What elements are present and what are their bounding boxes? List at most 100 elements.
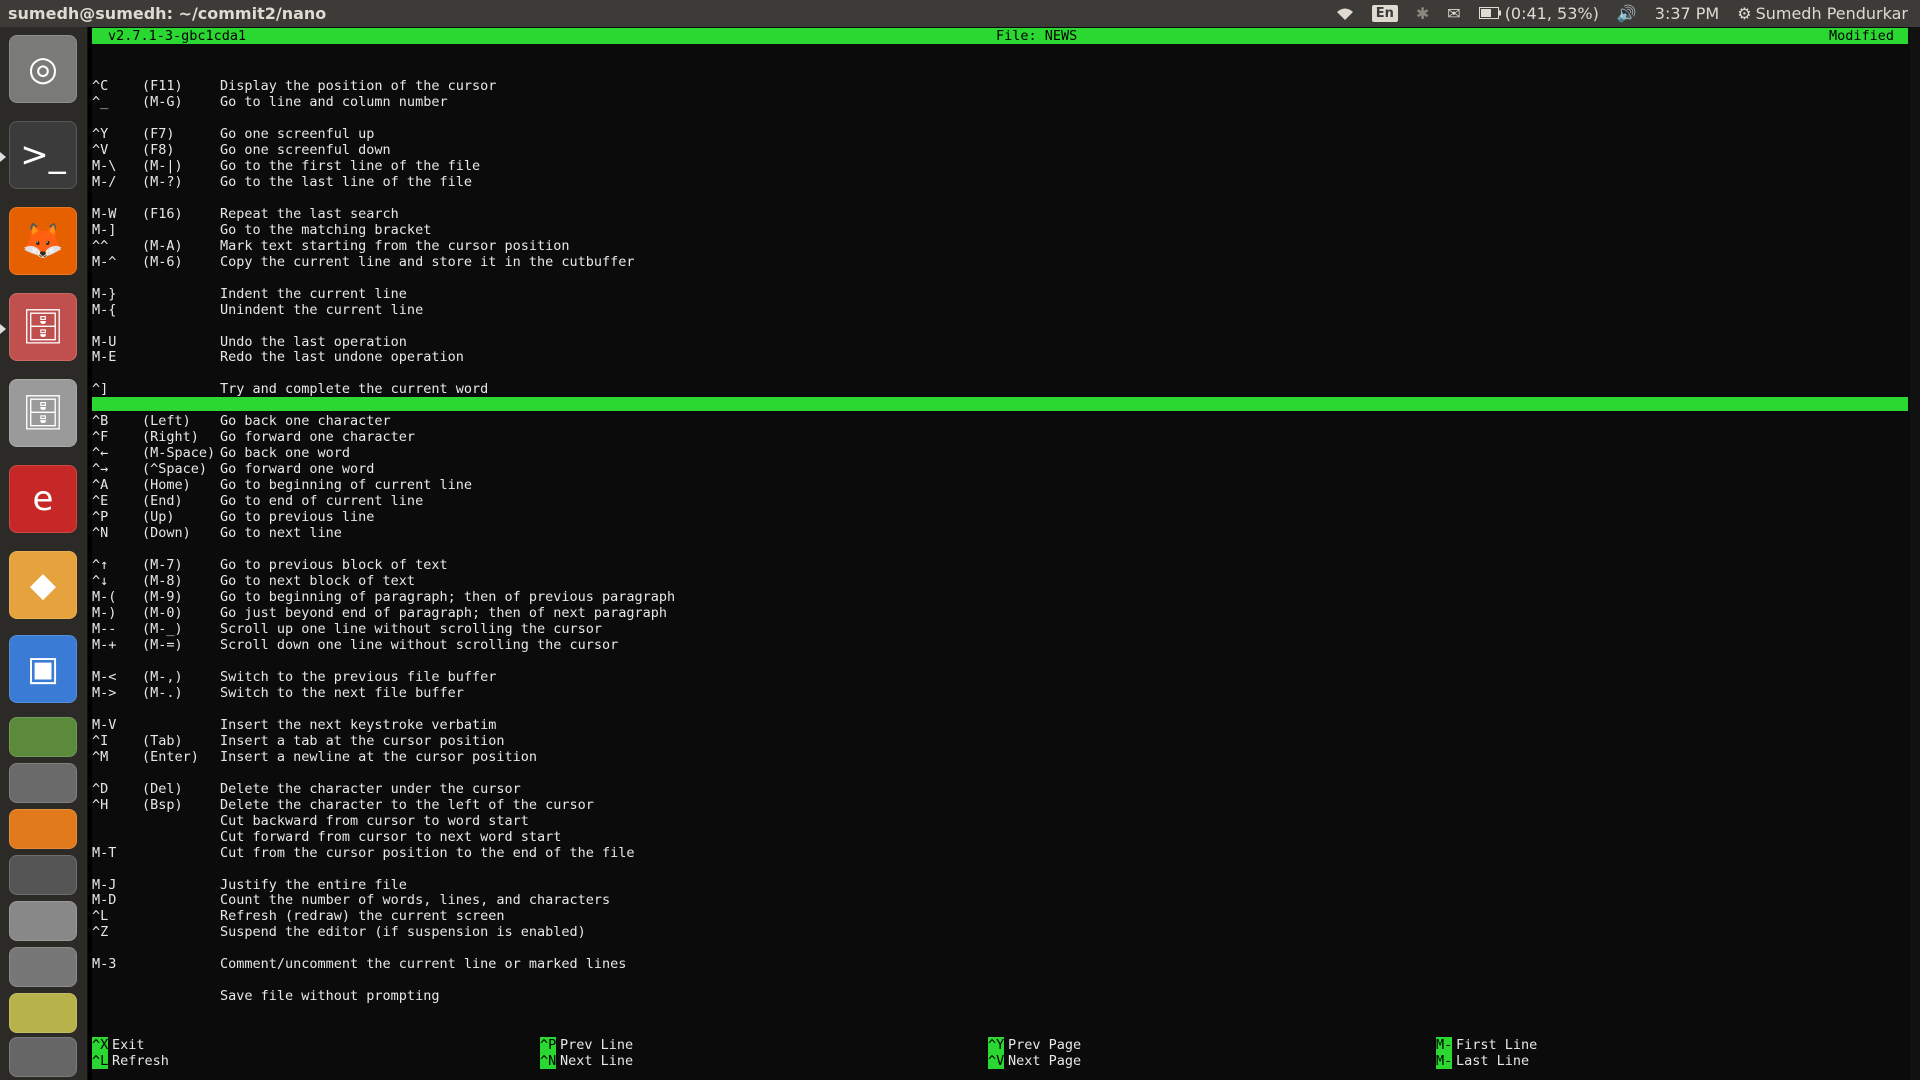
help-key: ^_ bbox=[92, 93, 109, 110]
help-alt-key: (End) bbox=[142, 493, 183, 510]
help-description: Go just beyond end of paragraph; then of… bbox=[220, 605, 668, 621]
help-alt-key: (M-6) bbox=[142, 253, 183, 270]
launcher-files[interactable]: 🗄 bbox=[9, 293, 77, 361]
help-alt-key: (M-0) bbox=[142, 605, 183, 621]
launcher-stacked-app-3[interactable] bbox=[9, 809, 77, 849]
help-key: M-} bbox=[92, 285, 117, 302]
help-alt-key: (M-.) bbox=[142, 684, 183, 701]
help-key: ^I bbox=[92, 732, 109, 749]
help-description: Display the position of the cursor bbox=[220, 78, 497, 94]
terminal-window[interactable]: v2.7.1-3-gbc1cda1 File: NEWS Modified ^C… bbox=[92, 27, 1920, 1080]
help-alt-key: (M-=) bbox=[142, 636, 183, 653]
shortcut-item[interactable]: ^N Next Line bbox=[540, 1053, 633, 1069]
shortcut-key: M-/ bbox=[1436, 1053, 1461, 1069]
launcher-firefox[interactable]: 🦊 bbox=[9, 207, 77, 275]
help-alt-key: (M-8) bbox=[142, 573, 183, 590]
help-description: Go to the last line of the file bbox=[220, 173, 472, 190]
launcher-stacked-app-6[interactable] bbox=[9, 947, 77, 987]
help-description: Go to the matching bracket bbox=[220, 221, 432, 238]
clock[interactable]: 3:37 PM bbox=[1655, 4, 1719, 23]
shortcut-item[interactable]: M-/Last Line bbox=[1436, 1053, 1529, 1069]
mail-icon[interactable]: ✉ bbox=[1447, 4, 1460, 23]
help-alt-key: (M-,) bbox=[142, 668, 183, 685]
keyboard-layout-indicator[interactable]: En bbox=[1371, 5, 1398, 22]
launcher-image-viewer[interactable]: ▣ bbox=[9, 635, 77, 703]
help-key: ^C bbox=[92, 78, 109, 94]
launcher-stacked-app-8[interactable] bbox=[9, 1037, 77, 1077]
nano-filename: File: NEWS bbox=[996, 28, 1078, 44]
shortcut-key: ^X bbox=[92, 1037, 109, 1053]
shortcut-label: Last Line bbox=[1456, 1053, 1530, 1069]
launcher-stacked-app-4[interactable] bbox=[9, 855, 77, 895]
help-key: M-T bbox=[92, 844, 117, 861]
help-alt-key: (^Space) bbox=[142, 461, 208, 478]
launcher-stacked-app-2[interactable] bbox=[9, 763, 77, 803]
help-alt-key: (F16) bbox=[142, 205, 183, 222]
help-description: Undo the last operation bbox=[220, 333, 407, 350]
bluetooth-icon[interactable]: ✱ bbox=[1416, 4, 1429, 23]
launcher-running-indicator bbox=[0, 324, 6, 334]
help-key: ^V bbox=[92, 141, 109, 158]
help-key: ^Y bbox=[92, 125, 109, 142]
help-description: Go to the first line of the file bbox=[220, 157, 481, 174]
help-key: M-+ bbox=[92, 636, 117, 653]
help-alt-key: (F11) bbox=[142, 78, 183, 94]
shortcut-item[interactable]: ^V Next Page bbox=[988, 1053, 1081, 1069]
help-key: ^↓ bbox=[92, 573, 109, 590]
shortcut-item[interactable]: M-\First Line bbox=[1436, 1037, 1537, 1053]
libreoffice-draw-icon: ◆ bbox=[29, 565, 57, 605]
launcher-dash[interactable]: ◎ bbox=[9, 35, 77, 103]
user-menu[interactable]: ⚙ Sumedh Pendurkar bbox=[1737, 4, 1908, 23]
wifi-icon[interactable] bbox=[1336, 7, 1354, 21]
gear-icon: ⚙ bbox=[1737, 4, 1752, 23]
help-description: Indent the current line bbox=[220, 285, 407, 302]
help-description: Count the number of words, lines, and ch… bbox=[220, 892, 611, 909]
indicator-area: En ✱ ✉ (0:41, 53%) 🔊 3:37 PM ⚙ Sumedh Pe… bbox=[1336, 4, 1920, 23]
help-alt-key: (Bsp) bbox=[142, 796, 183, 813]
help-alt-key: (Left) bbox=[142, 413, 191, 430]
shortcut-label: Prev Page bbox=[1008, 1037, 1082, 1053]
help-key: ^M bbox=[92, 748, 109, 765]
image-viewer-icon: ▣ bbox=[26, 649, 60, 689]
help-description: Insert a tab at the cursor position bbox=[220, 732, 505, 749]
shortcut-label: Refresh bbox=[112, 1053, 169, 1069]
shortcut-item[interactable]: ^X Exit bbox=[92, 1037, 145, 1053]
help-key: ^N bbox=[92, 525, 109, 542]
shortcut-item[interactable]: ^L Refresh bbox=[92, 1053, 169, 1069]
launcher-libreoffice-draw[interactable]: ◆ bbox=[9, 551, 77, 619]
shortcut-key: ^V bbox=[988, 1053, 1005, 1069]
launcher-evince[interactable]: e bbox=[9, 465, 77, 533]
help-description: Go to previous block of text bbox=[220, 557, 448, 574]
launcher-stacked-app-7[interactable] bbox=[9, 993, 77, 1033]
help-key: ^L bbox=[92, 908, 109, 925]
help-alt-key: (Tab) bbox=[142, 732, 183, 749]
help-alt-key: (Home) bbox=[142, 477, 191, 494]
help-key: ^A bbox=[92, 477, 109, 494]
shortcut-item[interactable]: ^P Prev Line bbox=[540, 1037, 633, 1053]
volume-icon[interactable]: 🔊 bbox=[1617, 4, 1637, 23]
launcher-stacked-app-1[interactable] bbox=[9, 717, 77, 757]
help-alt-key: (Up) bbox=[142, 509, 175, 526]
help-alt-key: (Right) bbox=[142, 429, 199, 446]
launcher-terminal[interactable]: >_ bbox=[9, 121, 77, 189]
help-alt-key: (F7) bbox=[142, 125, 175, 142]
help-alt-key: (M-9) bbox=[142, 589, 183, 606]
scrollbar[interactable] bbox=[1910, 27, 1920, 1080]
help-description: Go to next line bbox=[220, 525, 342, 542]
help-description: Cut backward from cursor to word start bbox=[220, 812, 529, 829]
help-description: Delete the character under the cursor bbox=[220, 780, 521, 797]
help-description: Delete the character to the left of the … bbox=[220, 796, 594, 813]
help-key: ^Z bbox=[92, 924, 109, 941]
battery-indicator[interactable]: (0:41, 53%) bbox=[1478, 4, 1599, 23]
help-description: Go to beginning of paragraph; then of pr… bbox=[220, 589, 676, 606]
help-description: Save file without prompting bbox=[220, 988, 440, 1005]
help-key: M-\ bbox=[92, 157, 117, 174]
nano-modified-status: Modified bbox=[1828, 28, 1894, 44]
help-key: M-> bbox=[92, 684, 117, 701]
launcher-files-2[interactable]: 🗄 bbox=[9, 379, 77, 447]
help-key: ^^ bbox=[92, 237, 109, 254]
shortcut-item[interactable]: ^Y Prev Page bbox=[988, 1037, 1081, 1053]
launcher-stacked-app-5[interactable] bbox=[9, 901, 77, 941]
user-name: Sumedh Pendurkar bbox=[1755, 4, 1908, 23]
launcher: ◎ >_ 🦊 🗄 🗄 e ◆ ▣ bbox=[0, 27, 88, 1080]
